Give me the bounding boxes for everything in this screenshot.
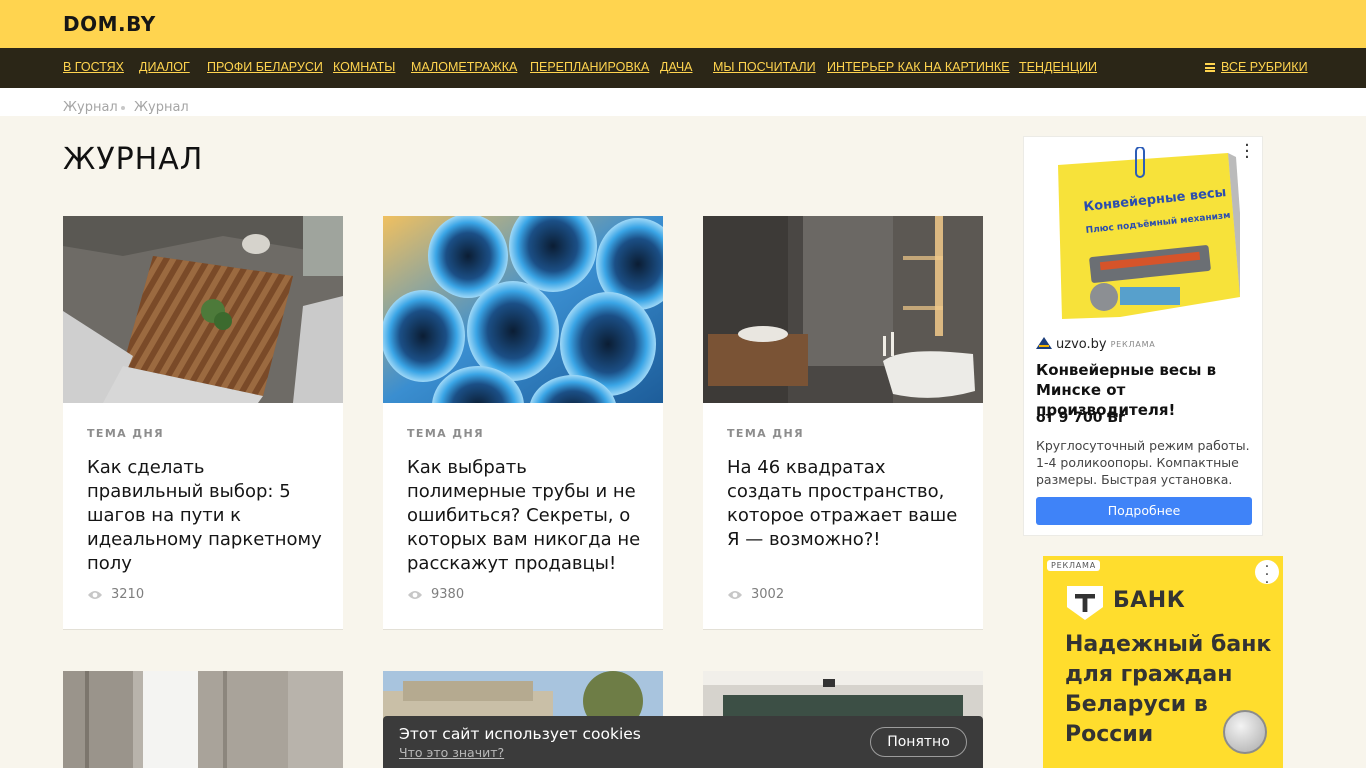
view-count-value: 3002 [751,587,785,602]
article-title[interactable]: На 46 квадратах создать пространство, ко… [727,456,963,552]
nav-item-we-counted[interactable]: МЫ ПОСЧИТАЛИ [713,60,816,74]
ad-banner-bank[interactable]: РЕКЛАМА · · · БАНК Надежный банк для гражд… [1043,556,1283,768]
nav-item-dacha[interactable]: ДАЧА [660,60,693,74]
ad-domain: uzvo.by РЕКЛАМА [1036,337,1156,352]
article-image[interactable] [63,216,343,403]
view-count: 3002 [727,587,784,602]
article-image[interactable] [383,216,663,403]
view-count: 3210 [87,587,144,602]
ad-image: Конвейерные весы Плюс подъёмный механизм [1058,147,1240,319]
all-rubrics-button[interactable]: ВСЕ РУБРИКИ [1205,60,1308,74]
view-count-value: 3210 [111,587,145,602]
article-image[interactable] [63,671,343,768]
eye-icon [408,591,422,599]
view-count-value: 9380 [431,587,465,602]
nav-item-trends[interactable]: ТЕНДЕНЦИИ [1019,60,1097,74]
nav-item-rooms[interactable]: КОМНАТЫ [333,60,395,74]
article-tag: ТЕМА ДНЯ [87,427,164,440]
ad-description: Круглосуточный режим работы. 1-4 роликоо… [1036,438,1250,487]
more-options-icon[interactable]: · · · [1242,137,1252,167]
article-card[interactable]: ТЕМА ДНЯ На 46 квадратах создать простра… [703,216,983,630]
cookie-info-link[interactable]: Что это значит? [399,745,504,760]
nav-item-interior[interactable]: ИНТЕРЬЕР КАК НА КАРТИНКЕ [827,60,1010,74]
cookie-accept-button[interactable]: Понятно [870,727,967,757]
main-nav: В ГОСТЯХ ДИАЛОГ ПРОФИ БЕЛАРУСИ КОМНАТЫ М… [0,48,1366,88]
cookie-banner: Этот сайт использует cookies Что это зна… [383,716,983,768]
breadcrumb-separator [121,106,125,110]
eye-icon [88,591,102,599]
logo-icon [1036,337,1052,349]
breadcrumb-item[interactable]: Журнал [63,100,118,115]
article-card[interactable]: ТЕМА ДНЯ Как сделать правильный выбор: 5… [63,216,343,630]
eye-icon [728,591,742,599]
bank-logo-icon [1067,586,1103,620]
ad-label: РЕКЛАМА [1047,560,1101,571]
ad-domain-text: uzvo.by [1056,337,1107,352]
ad-label: РЕКЛАМА [1110,340,1156,349]
breadcrumb-item: Журнал [134,100,189,115]
cookie-text: Этот сайт использует cookies [399,725,641,743]
article-card[interactable]: ТЕМА ДНЯ Как выбрать полимерные трубы и … [383,216,663,630]
article-title[interactable]: Как сделать правильный выбор: 5 шагов на… [87,456,323,576]
nav-item-guests[interactable]: В ГОСТЯХ [63,60,124,74]
view-count: 9380 [407,587,464,602]
nav-item-dialog[interactable]: ДИАЛОГ [139,60,190,74]
all-rubrics-label: ВСЕ РУБРИКИ [1221,60,1308,74]
menu-icon [1205,63,1215,72]
nav-item-pros[interactable]: ПРОФИ БЕЛАРУСИ [207,60,323,74]
ad-more-button[interactable]: Подробнее [1036,497,1252,525]
header-bar: DOM.BY [0,0,1366,48]
ad-banner-scales[interactable]: · · · Конвейерные весы Плюс подъёмный меха… [1023,136,1263,536]
nav-item-replanning[interactable]: ПЕРЕПЛАНИРОВКА [530,60,649,74]
bank-name: БАНК [1113,588,1186,613]
article-title[interactable]: Как выбрать полимерные трубы и не ошибит… [407,456,643,576]
article-image[interactable] [703,216,983,403]
breadcrumb: Журнал Журнал [0,88,1366,116]
more-options-icon[interactable]: · · · [1255,560,1279,590]
article-tag: ТЕМА ДНЯ [407,427,484,440]
page-title: ЖУРНАЛ [63,142,204,177]
site-logo[interactable]: DOM.BY [63,12,156,36]
nav-item-small-flats[interactable]: МАЛОМЕТРАЖКА [411,60,517,74]
article-tag: ТЕМА ДНЯ [727,427,804,440]
ad-price: от 9 700 Br [1036,410,1125,426]
coin-icon [1223,710,1267,754]
